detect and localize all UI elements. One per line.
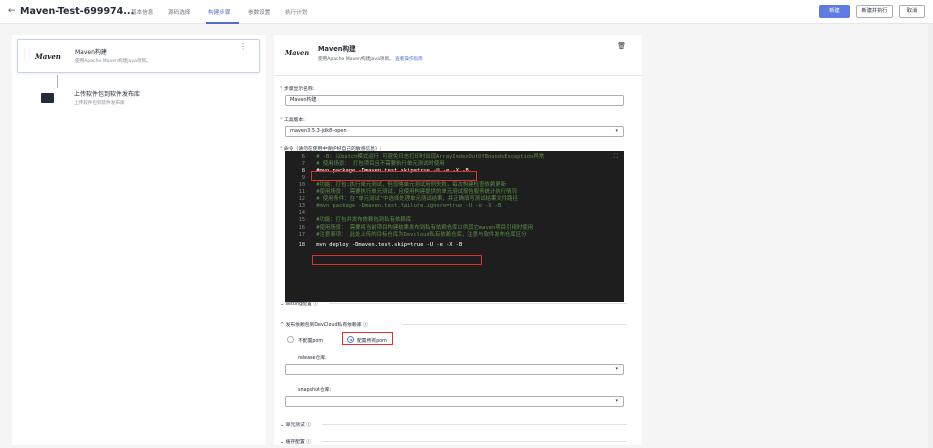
tool-version-label: * 工具版本: [280, 118, 305, 123]
step-card-upload[interactable]: 上传软件包到软件发布库 上传软件包到软件发布库 [17, 83, 260, 117]
help-circle-icon: ⓘ [363, 323, 368, 328]
line-number: 11 [298, 189, 306, 196]
line-number: 10 [298, 182, 306, 189]
active-tab-indicator [206, 22, 239, 24]
code-text: #使用场景： 需要将当前项目构建结果发布到私有依赖仓库以供其它maven项目引用… [313, 224, 534, 231]
line-number: 15 [298, 217, 306, 224]
code-line[interactable]: 14 [285, 210, 313, 217]
snapshot-repo-label: snapshot仓库: [298, 388, 332, 393]
code-line[interactable]: 6 # -B: 以batch模式运行 可避免日志打印时出现ArrayIndexO… [285, 154, 544, 161]
code-text: mvn deploy -Dmaven.test.skip=true -U -e … [313, 241, 463, 248]
line-number: 6 [301, 154, 305, 160]
code-line[interactable]: 15 #功能：打包并发布依赖包到私有依赖库 [285, 217, 412, 224]
code-line[interactable]: 18 mvn deploy -Dmaven.test.skip=true -U … [285, 241, 463, 249]
chevron-down-icon: ▾ [615, 398, 618, 404]
top-bar: ← Maven-Test-699974... 基本信息 源码选择 构建步骤 参数… [0, 0, 933, 24]
code-text: #功能：打包;执行单元测试，但忽略单元测试用例失败，每次构建检查依赖更新 [313, 182, 507, 189]
code-text: # -B: 以batch模式运行 可避免日志打印时出现ArrayIndexOut… [313, 154, 545, 160]
setting-section-toggle[interactable]: ⌄ setting配置 ⓘ [280, 300, 318, 307]
create-and-run-button[interactable]: 新建并执行 [856, 5, 893, 18]
chevron-down-icon: ▾ [615, 128, 618, 134]
maven-logo: Maven [35, 52, 61, 61]
scrollbar[interactable] [928, 24, 933, 448]
step-name-label: * 步骤显示名称: [280, 87, 315, 92]
step-card-maven[interactable]: ⋮⋮ ⋮⋮ Maven Maven构建 使用Apache Maven构建Java项… [17, 39, 260, 73]
step-desc: 使用Apache Maven构建Java项目。 [75, 59, 151, 64]
arrow-left-icon[interactable]: ← [8, 7, 16, 16]
detail-desc: 使用Apache Maven构建Java项目。 查看操作指南 [318, 57, 423, 62]
maven-logo: Maven [285, 49, 310, 57]
code-line[interactable]: 13 #mvn package -Dmaven.test.failure.ign… [285, 203, 502, 210]
trash-icon[interactable]: 🗑 [617, 42, 626, 50]
line-number: 7 [301, 161, 305, 168]
radio-no-pom-label: 不配置pom [298, 339, 324, 344]
divider [402, 324, 627, 325]
tool-version-select[interactable]: maven3.5.3-jdk8-open ▾ [285, 126, 624, 137]
chevron-down-icon: ▾ [615, 366, 618, 372]
fullscreen-icon[interactable]: ⛶ [614, 153, 618, 161]
code-text: # 使用场景： 打包项目且不需要执行单元测试时使用 [313, 161, 445, 168]
tab-schedule[interactable]: 执行计划 [285, 8, 307, 16]
snapshot-repo-select[interactable]: ▾ [285, 396, 624, 407]
code-line[interactable]: 7 # 使用场景： 打包项目且不需要执行单元测试时使用 [285, 161, 445, 168]
code-line[interactable]: 17 #注意事项： 此处上传的目标仓库为Devcloud私有依赖仓库，注意与软件… [285, 232, 527, 239]
highlight-box-line-8 [311, 171, 477, 181]
step-desc: 上传软件包到软件发布库 [74, 101, 125, 106]
line-number: 14 [298, 210, 306, 217]
line-number: 9 [301, 175, 305, 182]
line-number: 13 [298, 203, 306, 210]
step-title: Maven构建 [75, 49, 107, 56]
tab-build-steps[interactable]: 构建步骤 [208, 8, 230, 16]
divider [322, 441, 627, 442]
release-section-toggle[interactable]: ^ 发布依赖包到DevCloud私有依赖库 ⓘ [280, 321, 368, 328]
tab-source-select[interactable]: 源码选择 [168, 8, 190, 16]
code-line[interactable]: 9 [285, 175, 313, 182]
help-circle-icon: ⓘ [313, 302, 319, 307]
cache-section-toggle[interactable]: ⌄ 缓存配置 ⓘ [280, 438, 311, 445]
radio-no-pom[interactable] [287, 336, 294, 343]
code-text: #注意事项： 此处上传的目标仓库为Devcloud私有依赖仓库，注意与软件发布仓… [313, 231, 527, 238]
step-detail-panel: Maven Maven构建 使用Apache Maven构建Java项目。 查看… [274, 35, 642, 445]
step-list-panel: ⋮⋮ ⋮⋮ Maven Maven构建 使用Apache Maven构建Java项… [12, 35, 266, 445]
terminal-icon [41, 93, 54, 103]
drag-handle-icon[interactable]: ⋮⋮ ⋮⋮ [22, 49, 33, 61]
highlight-box-radio [342, 332, 393, 345]
tab-params[interactable]: 参数设置 [248, 8, 270, 16]
code-line[interactable]: 12 # 使用条件：在"单元测试"中选择处理单元测试结果，并正确填写测试结果文件… [285, 196, 518, 203]
create-button[interactable]: 新建 [819, 5, 850, 18]
highlight-box-line-18 [312, 255, 482, 265]
line-number: 8 [301, 168, 305, 175]
code-line[interactable]: 16 #使用场景： 需要将当前项目构建结果发布到私有依赖仓库以供其它maven项… [285, 224, 534, 232]
code-text: # 使用条件：在"单元测试"中选择处理单元测试结果，并正确填写测试结果文件路径 [313, 196, 518, 203]
line-number: 16 [298, 224, 306, 231]
code-text: #mvn package -Dmaven.test.failure.ignore… [313, 203, 502, 210]
more-vertical-icon[interactable]: ⋮ [239, 42, 247, 51]
tab-basic-info[interactable]: 基本信息 [131, 8, 153, 16]
help-circle-icon: ⓘ [306, 440, 312, 445]
step-name-input[interactable]: Maven构建 [285, 95, 624, 106]
line-number: 12 [298, 196, 306, 203]
code-text: #功能：打包并发布依赖包到私有依赖库 [313, 217, 412, 224]
help-circle-icon: ⓘ [306, 423, 312, 428]
detail-title: Maven构建 [318, 45, 356, 53]
unit-test-section-toggle[interactable]: ⌄ 单元测试 ⓘ [280, 421, 311, 428]
divider [329, 303, 627, 304]
divider [322, 424, 627, 425]
page-title: Maven-Test-699974... [20, 6, 135, 17]
guide-link[interactable]: 查看操作指南 [395, 57, 423, 62]
divider [274, 75, 642, 76]
release-repo-label: release仓库: [298, 356, 327, 361]
step-title: 上传软件包到软件发布库 [74, 91, 141, 98]
code-text: #使用场景： 需要执行单元测试，且使用构建提供的单元测试报告服务统计执行情况 [313, 189, 517, 196]
release-repo-select[interactable]: ▾ [285, 364, 624, 375]
line-number: 17 [298, 231, 306, 238]
cancel-button[interactable]: 取消 [899, 5, 925, 18]
line-number: 18 [298, 241, 306, 248]
